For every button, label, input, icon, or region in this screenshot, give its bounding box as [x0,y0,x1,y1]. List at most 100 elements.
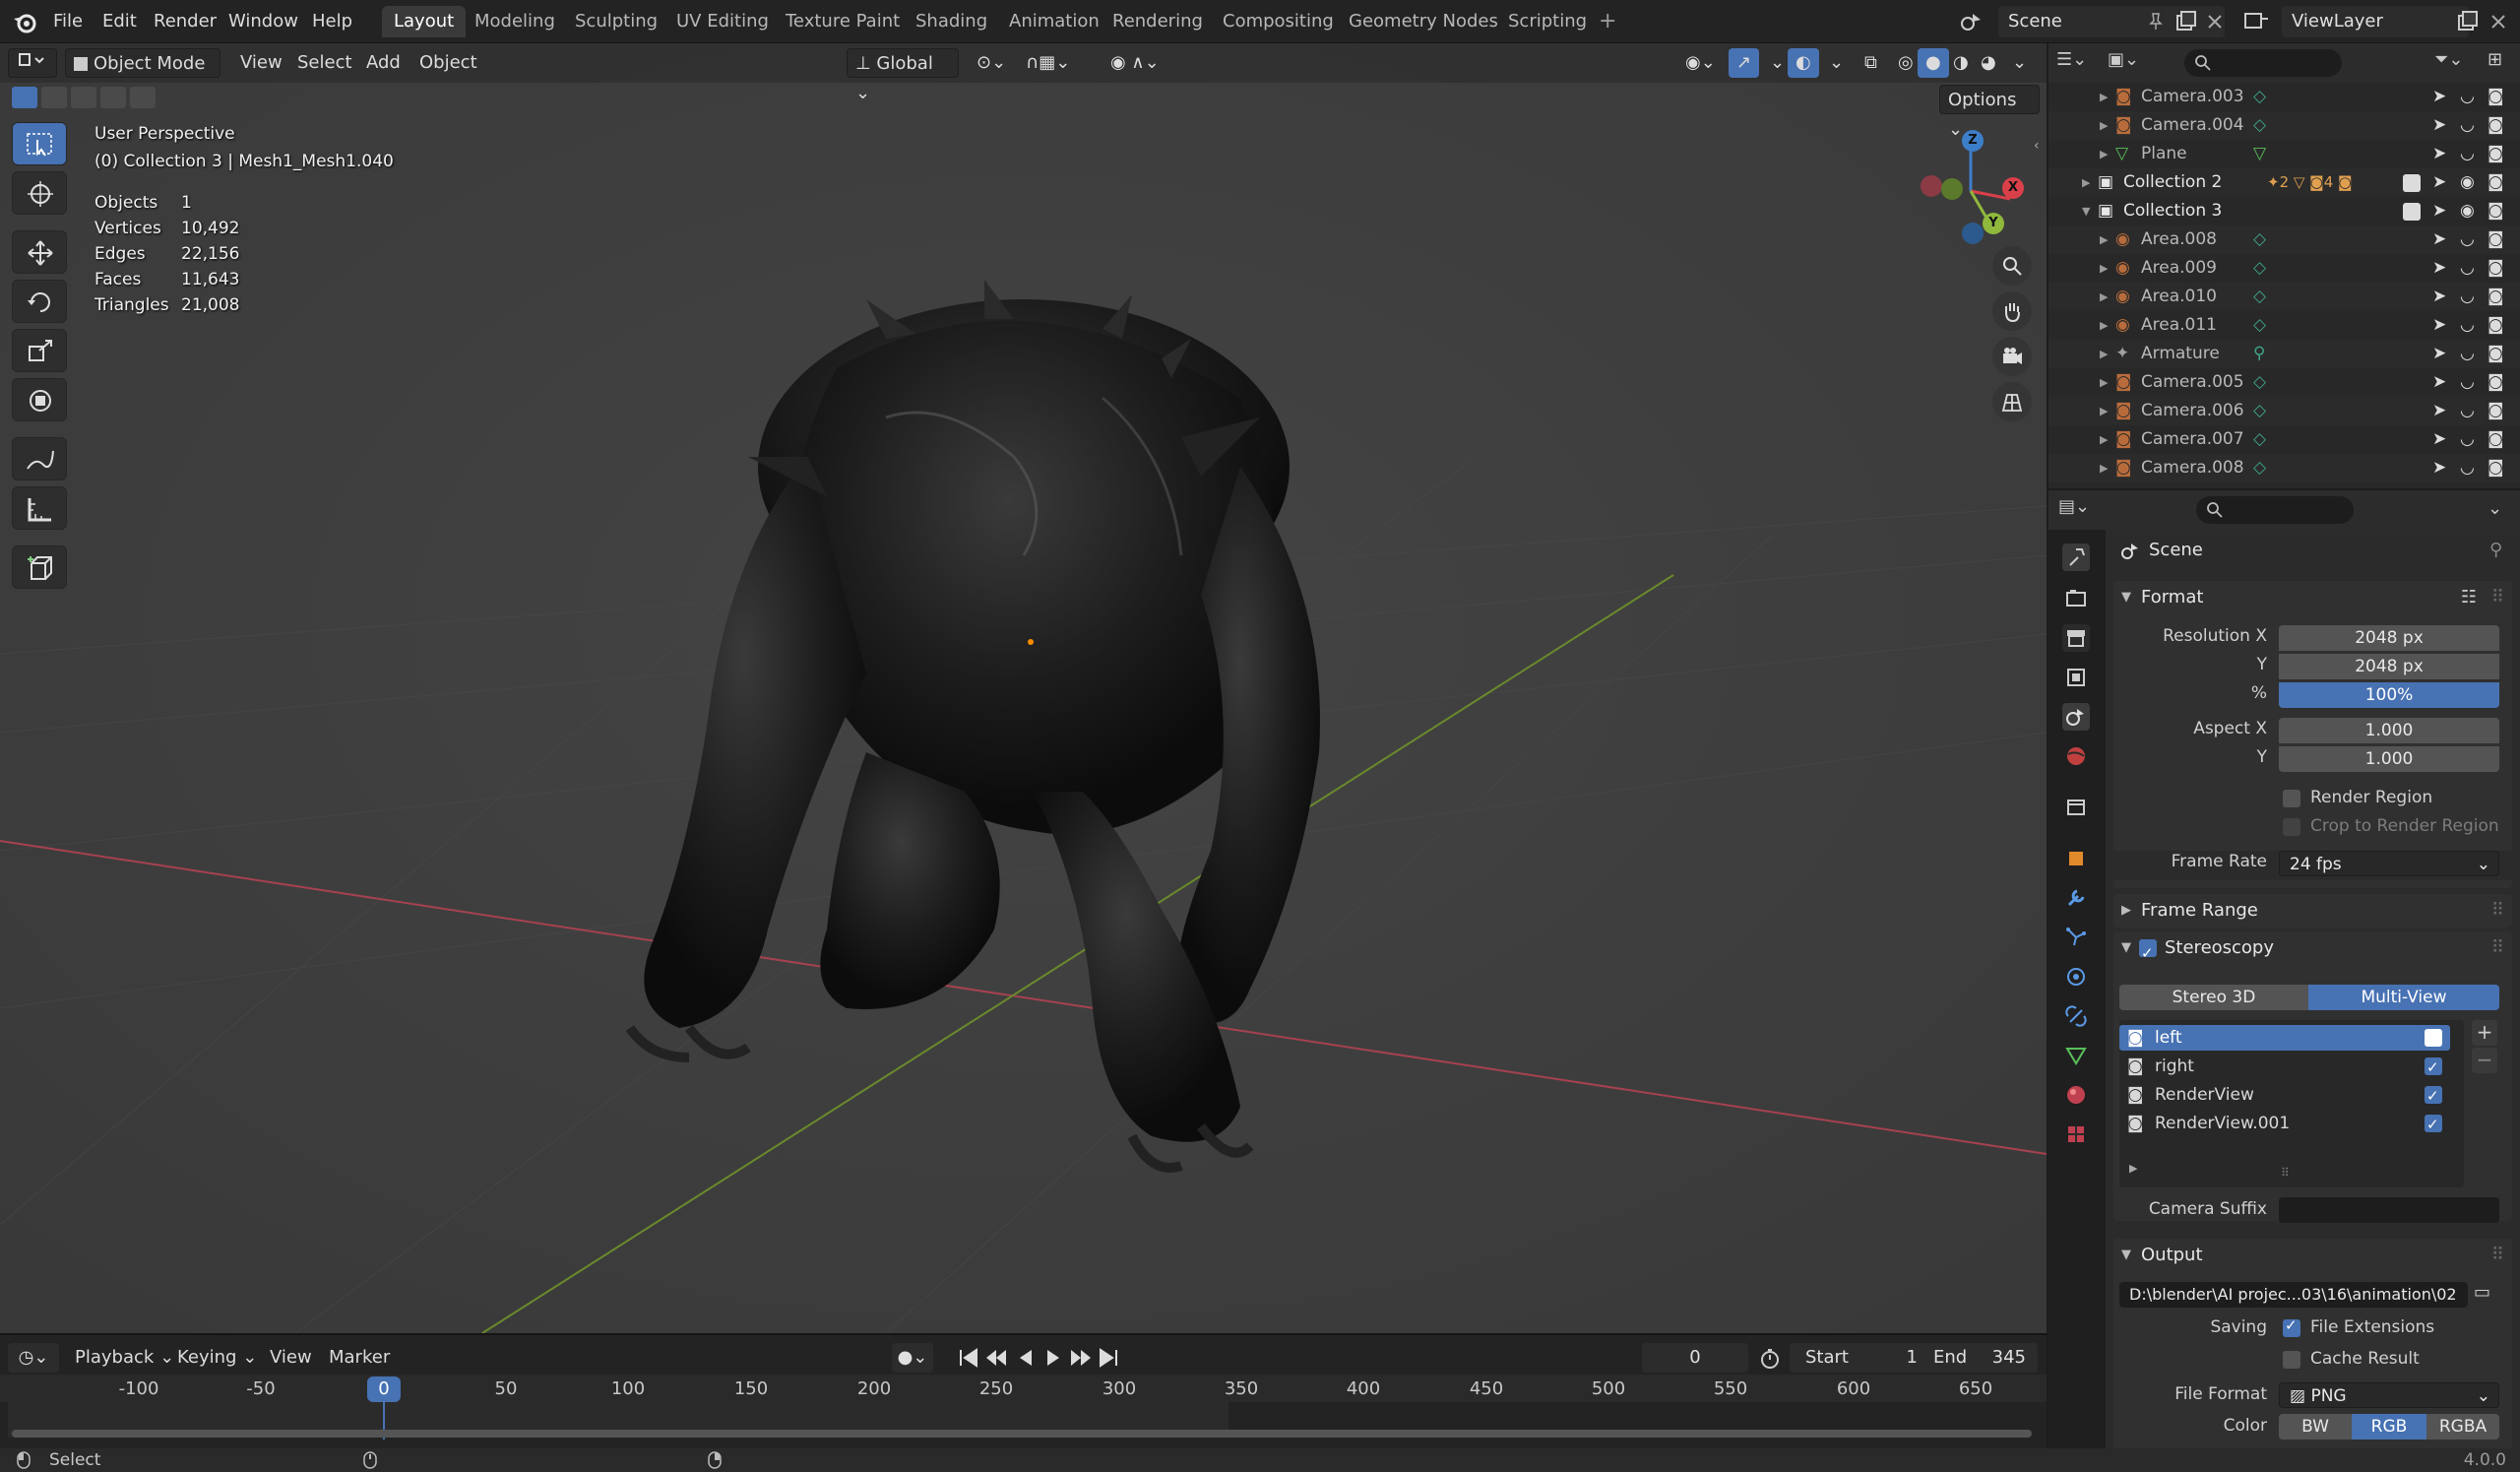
eye-icon[interactable]: ◉ [2460,168,2475,197]
render-toggle-icon[interactable]: ◙ [2488,283,2504,311]
play-reverse-icon[interactable] [1014,1345,1038,1371]
sidebar-toggle-icon[interactable]: ‹ [2034,138,2046,158]
cursor-tool[interactable] [12,171,67,215]
folder-browse-button[interactable]: ▭ [2474,1282,2501,1308]
stopwatch-icon[interactable] [1758,1347,1782,1371]
scale-tool[interactable] [12,329,67,372]
object-data-icon[interactable]: ◇ [2253,311,2266,340]
outliner-search[interactable] [2184,49,2342,77]
tab-modeling[interactable]: Modeling [463,6,567,37]
render-toggle-icon[interactable]: ◙ [2488,425,2504,454]
aspect-x-field[interactable]: 1.000 [2279,718,2499,743]
close-icon[interactable] [2205,12,2225,32]
expand-arrow-icon[interactable]: ▶ [2100,454,2108,482]
menu-edit[interactable]: Edit [98,8,141,35]
object-data-icon[interactable]: ◇ [2253,111,2266,140]
selectable-toggle-icon[interactable]: ➤ [2432,168,2446,197]
resolution-x-field[interactable]: 2048 px [2279,625,2499,651]
tab-constraints[interactable] [2062,1002,2090,1030]
select-difference-icon[interactable] [100,87,126,108]
eye-icon[interactable]: ◡ [2460,311,2475,340]
outliner-object-row[interactable]: ▶ ◉ Area.009 ◇ ➤ ◡ ◙ [2048,254,2520,283]
current-frame-field[interactable]: 0 [1642,1343,1748,1373]
presets-icon[interactable]: ☷ [2461,581,2477,614]
render-toggle-icon[interactable]: ◙ [2488,254,2504,283]
view-row-right[interactable]: ◙ right [2119,1054,2450,1080]
tab-tool[interactable] [2062,544,2090,571]
menu-add[interactable]: Add [358,48,409,78]
exclude-checkbox[interactable] [2403,203,2421,221]
render-region-checkbox[interactable] [2283,790,2300,807]
jump-start-icon[interactable] [957,1345,980,1371]
play-icon[interactable] [1041,1345,1065,1371]
gizmo-z-axis[interactable]: Z [1962,130,1984,152]
tab-scripting[interactable]: Scripting [1496,6,1599,37]
menu-marker[interactable]: Marker [325,1343,394,1373]
frame-range-panel-header[interactable]: ▶ Frame Range ⠿ [2113,894,2512,928]
close-view-layer-icon[interactable] [2488,12,2508,32]
rotate-tool[interactable] [12,280,67,323]
stereoscopy-checkbox[interactable] [2139,936,2157,970]
render-toggle-icon[interactable]: ◙ [2488,368,2504,397]
cache-result-checkbox[interactable] [2283,1351,2300,1369]
tab-shading[interactable]: Shading [904,6,999,37]
timeline-scrollbar[interactable] [12,1430,2032,1438]
menu-object[interactable]: Object [411,48,485,78]
select-extend-icon[interactable] [41,87,67,108]
menu-window[interactable]: Window [224,8,302,35]
tab-view-layer[interactable] [2062,664,2090,691]
drag-handle-icon[interactable]: ⠿ [2491,931,2504,965]
zoom-button[interactable] [1992,246,2032,286]
tab-particles[interactable] [2062,924,2090,951]
transform-orientation-selector[interactable]: ⊥ Global ⌄ [847,48,959,103]
blender-logo-icon[interactable] [12,9,37,34]
snap-button[interactable]: ∩▦⌄ [1018,48,1078,78]
tab-render[interactable] [2062,585,2090,612]
tab-animation[interactable]: Animation [997,6,1111,37]
proportional-edit-button[interactable]: ◉ ∧⌄ [1102,48,1167,78]
filter-button[interactable]: ⏷⌄ [2434,49,2480,77]
tab-compositing[interactable]: Compositing [1211,6,1346,37]
shading-material-button[interactable]: ◑ [1945,48,1977,78]
selectable-toggle-icon[interactable]: ➤ [2432,397,2446,425]
gizmo-y-axis[interactable]: Y [1983,213,2004,234]
tab-sculpting[interactable]: Sculpting [563,6,669,37]
eye-icon[interactable]: ◡ [2460,397,2475,425]
selectable-toggle-icon[interactable]: ➤ [2432,254,2446,283]
shading-wireframe-button[interactable]: ◎ [1890,48,1922,78]
properties-editor-type[interactable]: ▤⌄ [2058,496,2104,524]
object-data-icon[interactable]: ◇ [2253,83,2266,111]
menu-playback[interactable]: Playback ⌄ [71,1343,178,1373]
view-layer-selector[interactable]: ViewLayer [2282,6,2469,37]
pan-button[interactable] [1992,291,2032,331]
prev-keyframe-icon[interactable] [984,1345,1008,1371]
shading-dropdown[interactable]: ⌄ [2004,48,2035,78]
outliner-object-row[interactable]: ▶ ✦ Armature ⚲ ➤ ◡ ◙ [2048,340,2520,368]
frame-end-field[interactable]: End 345 [1923,1343,2038,1373]
stereoscopy-panel-header[interactable]: ▼ Stereoscopy ⠿ [2113,931,2512,970]
expand-arrow-icon[interactable]: ▶ [2100,397,2108,425]
file-format-dropdown[interactable]: ▨ PNG ⌄ [2279,1382,2499,1408]
selectable-toggle-icon[interactable]: ➤ [2432,83,2446,111]
expand-arrow-icon[interactable]: ▼ [2082,197,2090,225]
eye-icon[interactable]: ◡ [2460,368,2475,397]
object-data-icon[interactable]: ◇ [2253,397,2266,425]
menu-file[interactable]: File [49,8,87,35]
shading-rendered-button[interactable]: ◕ [1973,48,2004,78]
add-cube-tool[interactable] [12,545,67,589]
tab-geometry-nodes[interactable]: Geometry Nodes [1337,6,1510,37]
tab-modifiers[interactable] [2062,884,2090,912]
move-tool[interactable] [12,230,67,274]
menu-help[interactable]: Help [308,8,356,35]
expand-arrow-icon[interactable]: ▶ [2100,225,2108,254]
eye-icon[interactable]: ◡ [2460,283,2475,311]
view-enable-checkbox[interactable] [2425,1112,2442,1137]
pin-icon[interactable] [2146,12,2166,32]
tab-scene[interactable] [2062,703,2090,731]
file-extensions-checkbox[interactable] [2283,1316,2300,1337]
mode-selector[interactable]: Object Mode ⌄ [65,48,220,103]
view-layer-icon[interactable] [2242,10,2270,33]
outliner-object-row[interactable]: ▶ ◙ Camera.007 ◇ ➤ ◡ ◙ [2048,425,2520,454]
jump-end-icon[interactable] [1097,1345,1120,1371]
object-data-icon[interactable]: ▽ [2253,140,2266,168]
